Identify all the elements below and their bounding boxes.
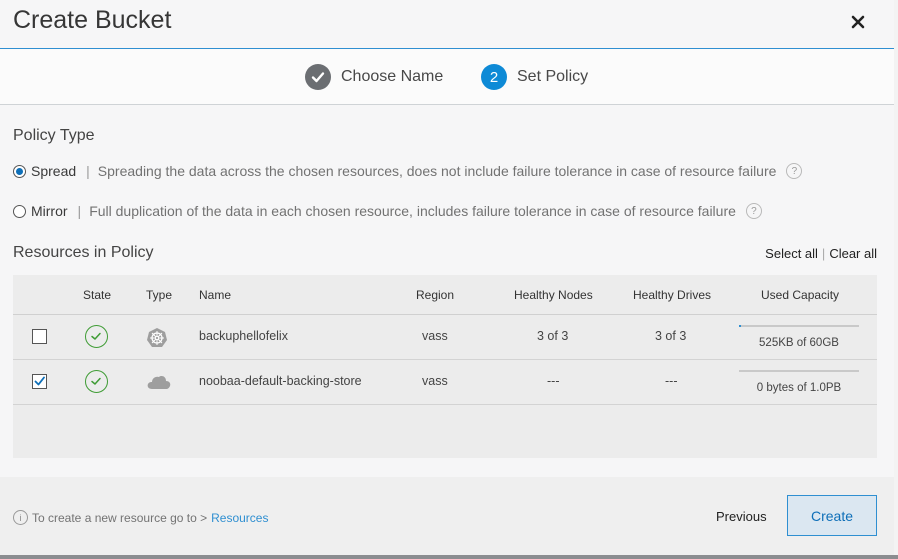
mirror-label[interactable]: Mirror [31,203,68,219]
column-header[interactable]: Region [416,288,454,302]
column-header[interactable]: Healthy Nodes [514,288,593,302]
modal-footer: i To create a new resource go to > Resou… [0,477,894,555]
cloud-icon [147,376,171,389]
row-checkbox[interactable] [32,329,47,344]
close-icon[interactable] [848,12,868,32]
row-checkbox[interactable] [32,374,47,389]
separator: | [86,163,90,179]
clear-all-link[interactable]: Clear all [829,246,877,261]
modal-title: Create Bucket [13,6,172,34]
healthy-nodes: 3 of 3 [537,329,569,343]
capacity-bar [739,325,859,327]
resource-name: noobaa-default-backing-store [199,374,362,388]
resources-table: State Type Name Region Healthy Nodes Hea… [13,275,877,458]
mirror-radio[interactable] [13,204,26,218]
resource-region: vass [422,374,448,388]
policy-type-title: Policy Type [13,127,95,144]
background-page-edge [0,555,898,559]
used-capacity: 525KB of 60GB [739,325,859,349]
resource-name: backuphellofelix [199,329,288,343]
table-row[interactable]: backuphellofelix vass 3 of 3 3 of 3 525K… [13,315,877,360]
help-icon[interactable]: ? [745,203,762,219]
column-header[interactable]: Type [146,288,172,302]
capacity-text: 525KB of 60GB [759,337,839,349]
healthy-drives: --- [665,374,678,388]
capacity-fill [739,325,742,327]
modal-header: Create Bucket [0,0,894,49]
column-header[interactable]: Used Capacity [761,288,839,302]
step-label: Choose Name [341,68,444,85]
background-page-edge [894,0,898,559]
checkmark-icon [305,64,331,90]
step-number: 2 [481,64,507,90]
spread-description: Spreading the data across the chosen res… [97,163,777,179]
column-header[interactable]: Name [199,288,231,302]
resources-link[interactable]: Resources [211,511,268,525]
step-label: Set Policy [517,68,589,85]
table-row[interactable]: noobaa-default-backing-store vass --- --… [13,360,877,405]
resources-title: Resources in Policy [13,244,154,261]
column-header[interactable]: State [83,288,111,302]
capacity-bar [739,370,859,372]
resource-hint: i To create a new resource go to > Resou… [13,510,268,525]
healthy-state-icon [85,325,108,348]
spread-radio[interactable] [13,164,26,178]
healthy-drives: 3 of 3 [655,329,687,343]
hint-text: To create a new resource go to > [32,510,208,525]
capacity-text: 0 bytes of 1.0PB [756,382,842,394]
column-header[interactable]: Healthy Drives [633,288,711,302]
policy-option-mirror[interactable]: Mirror | Full duplication of the data in… [13,203,762,219]
checkmark-icon [34,376,45,386]
mirror-description: Full duplication of the data in each cho… [89,203,736,219]
create-bucket-modal: Create Bucket Choose Name 2 Set Policy P… [0,0,894,555]
table-header: State Type Name Region Healthy Nodes Hea… [13,275,877,315]
spread-label[interactable]: Spread [31,163,76,179]
info-icon: i [13,510,28,525]
resource-region: vass [422,329,448,343]
used-capacity: 0 bytes of 1.0PB [739,370,859,394]
selection-links: Select all | Clear all [765,246,877,261]
step-choose-name[interactable]: Choose Name [305,64,443,90]
healthy-state-icon [85,370,108,393]
kubernetes-icon [147,328,167,347]
select-all-link[interactable]: Select all [765,246,818,261]
wizard-steps: Choose Name 2 Set Policy [0,49,894,105]
previous-button[interactable]: Previous [716,509,767,524]
policy-option-spread[interactable]: Spread | Spreading the data across the c… [13,163,803,179]
step-set-policy[interactable]: 2 Set Policy [481,64,588,90]
separator: | [77,203,82,219]
healthy-nodes: --- [547,374,560,388]
help-icon[interactable]: ? [786,163,803,179]
create-button[interactable]: Create [787,495,877,536]
